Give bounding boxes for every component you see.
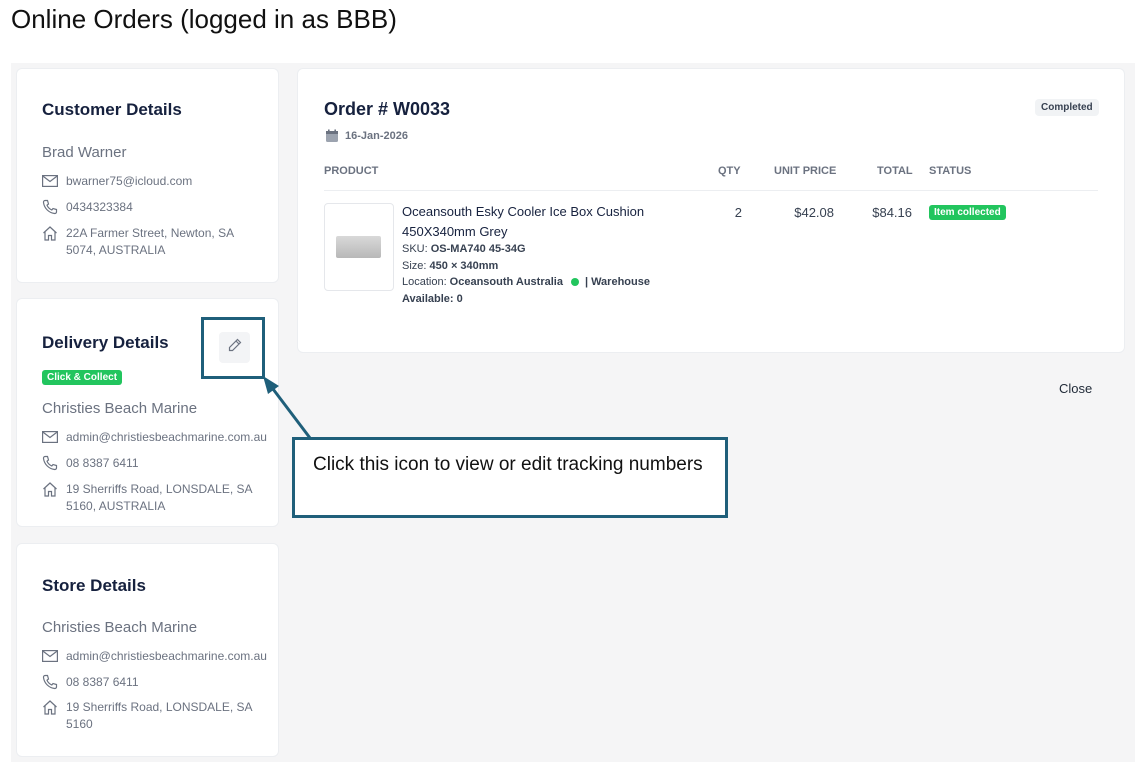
callout-arrow <box>263 376 312 439</box>
callout-box: Click this icon to view or edit tracking… <box>292 437 728 518</box>
